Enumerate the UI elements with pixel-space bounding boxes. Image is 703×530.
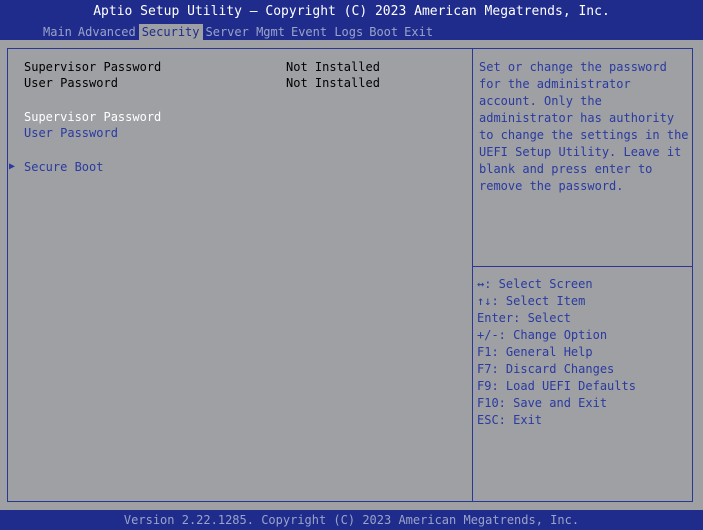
secure-boot-item[interactable]: Secure Boot — [24, 159, 103, 175]
help-divider — [473, 266, 692, 267]
tab-server-mgmt[interactable]: Server Mgmt — [203, 24, 288, 40]
version-footer: Version 2.22.1285. Copyright (C) 2023 Am… — [0, 510, 703, 530]
tab-bar: Main Advanced Security Server Mgmt Event… — [40, 24, 436, 40]
supervisor-status-value: Not Installed — [286, 60, 380, 74]
app-title: Aptio Setup Utility – Copyright (C) 2023… — [93, 4, 610, 19]
user-status-value: Not Installed — [286, 76, 380, 90]
supervisor-password-item[interactable]: Supervisor Password — [24, 109, 161, 125]
settings-panel: Supervisor Password Not Installed User P… — [7, 48, 474, 502]
key-change-option: +/-: Change Option — [477, 328, 608, 342]
user-status-label: User Password — [24, 76, 118, 90]
key-discard-changes: F7: Discard Changes — [477, 362, 615, 376]
key-select-screen: ↔: Select Screen — [477, 277, 593, 291]
supervisor-status-label: Supervisor Password — [24, 60, 162, 74]
key-general-help: F1: General Help — [477, 345, 593, 359]
tab-exit[interactable]: Exit — [401, 24, 436, 40]
key-load-defaults: F9: Load UEFI Defaults — [477, 379, 636, 393]
help-panel: Set or change the password for the admin… — [472, 48, 693, 502]
key-select-item: ↑↓: Select Item — [477, 294, 586, 308]
key-legend: ↔: Select Screen ↑↓: Select Item Enter: … — [477, 276, 636, 429]
key-save-exit: F10: Save and Exit — [477, 396, 608, 410]
help-description: Set or change the password for the admin… — [479, 60, 689, 193]
key-esc-exit: ESC: Exit — [477, 413, 543, 427]
tab-event-logs[interactable]: Event Logs — [288, 24, 366, 40]
user-password-item[interactable]: User Password — [24, 125, 118, 141]
tab-boot[interactable]: Boot — [366, 24, 401, 40]
title-bar: Aptio Setup Utility – Copyright (C) 2023… — [0, 0, 703, 40]
tab-advanced[interactable]: Advanced — [75, 24, 139, 40]
tab-security[interactable]: Security — [138, 24, 203, 40]
submenu-arrow-icon: ▶ — [9, 161, 16, 172]
key-enter-select: Enter: Select — [477, 311, 571, 325]
tab-main[interactable]: Main — [40, 24, 75, 40]
